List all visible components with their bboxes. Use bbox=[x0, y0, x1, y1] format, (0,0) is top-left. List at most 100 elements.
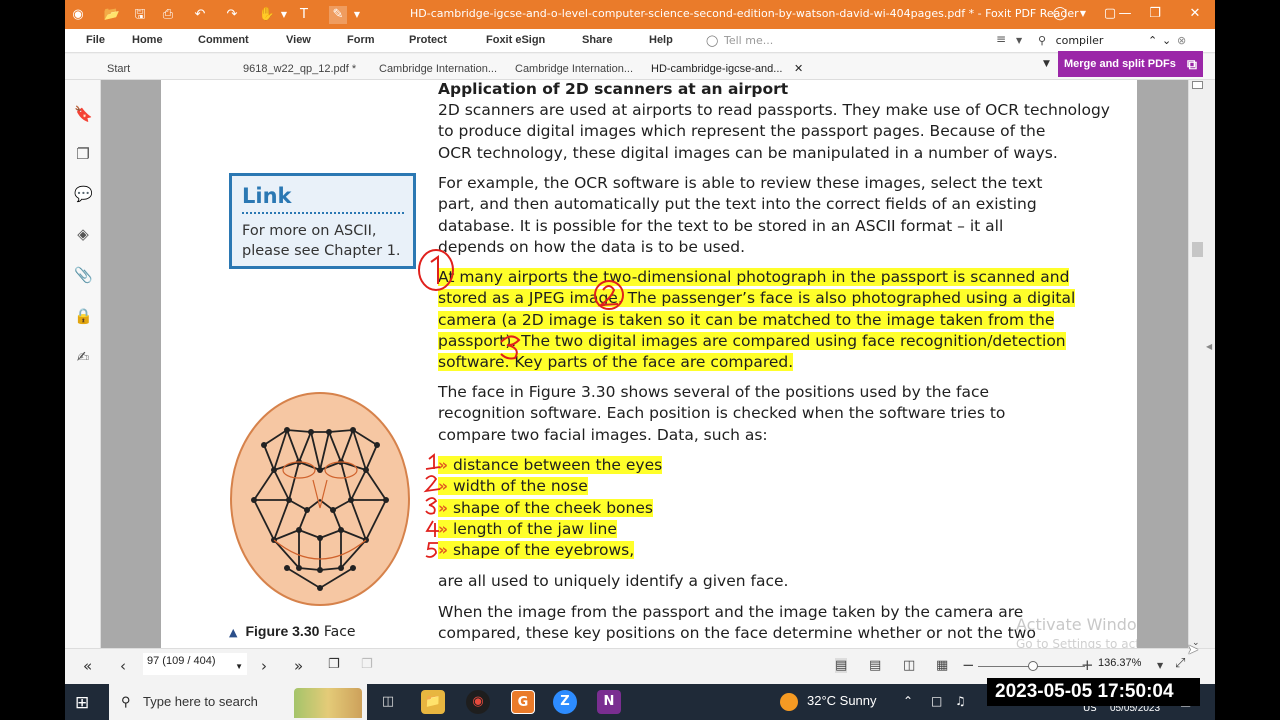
menu-help[interactable]: Help bbox=[649, 34, 673, 46]
zoom-level[interactable]: 136.37% bbox=[1098, 657, 1141, 669]
hand-tool-icon[interactable]: ✋ bbox=[258, 6, 276, 24]
list-item: » shape of the eyebrows, bbox=[438, 540, 662, 561]
single-page-view-icon[interactable]: ▤ bbox=[835, 658, 848, 673]
list-item-text: distance between the eyes bbox=[452, 456, 663, 474]
tell-me-box[interactable]: ◯ Tell me... bbox=[702, 32, 782, 50]
next-view-icon[interactable]: ❐ bbox=[361, 657, 373, 672]
pages-icon[interactable]: ❐ bbox=[74, 145, 92, 163]
continuous-view-icon[interactable]: ▤ bbox=[869, 658, 881, 673]
text-line: database. It is possible for the text to… bbox=[438, 216, 1004, 235]
tray-overflow-icon[interactable]: ⌃ bbox=[903, 694, 913, 708]
redo-icon[interactable]: ↷ bbox=[223, 6, 241, 24]
hand-tool-dropdown-icon[interactable]: ▼ bbox=[275, 6, 293, 24]
zoom-app-icon[interactable]: Z bbox=[553, 690, 577, 714]
zoom-out-icon[interactable]: − bbox=[962, 656, 975, 674]
text-line: compared, these key positions on the fac… bbox=[438, 624, 1036, 643]
previous-view-icon[interactable]: ❐ bbox=[328, 657, 340, 672]
save-icon[interactable]: 🖫 bbox=[131, 6, 149, 24]
scroll-up-button[interactable] bbox=[1192, 81, 1203, 89]
taskbar-search-box[interactable]: ⚲ Type here to search bbox=[109, 684, 367, 720]
foxit-logo-icon: ◉ bbox=[72, 7, 84, 22]
first-page-icon[interactable]: « bbox=[83, 657, 92, 675]
ribbon-options-icon[interactable]: ≡ bbox=[996, 32, 1006, 46]
text-line: For example, the OCR software is able to… bbox=[438, 174, 1043, 192]
next-page-icon[interactable]: › bbox=[261, 657, 267, 675]
zoom-in-icon[interactable]: + bbox=[1081, 656, 1094, 674]
menu-home[interactable]: Home bbox=[132, 34, 163, 46]
merge-and-split-button[interactable]: Merge and split PDFs ⧉ bbox=[1058, 51, 1203, 77]
last-page-icon[interactable]: » bbox=[294, 657, 303, 675]
tab-hd-cambridge-igcse[interactable]: HD-cambridge-igcse-and... bbox=[651, 63, 782, 75]
zoom-dropdown-icon[interactable]: ▼ bbox=[1157, 661, 1163, 670]
undo-icon[interactable]: ↶ bbox=[191, 6, 209, 24]
continuous-facing-view-icon[interactable]: ▦ bbox=[936, 658, 948, 673]
fullscreen-icon[interactable]: ⤢ bbox=[1175, 656, 1185, 671]
search-icon: ⚲ bbox=[121, 694, 131, 709]
tab-list-dropdown-icon[interactable]: ▼ bbox=[1043, 59, 1050, 69]
page-indicator[interactable]: 97 (109 / 404) bbox=[147, 655, 216, 667]
bookmark-icon[interactable]: 🔖 bbox=[74, 105, 93, 123]
find-box[interactable]: ⚲ compiler ⌃ ⌄ ⊗ bbox=[1038, 32, 1198, 50]
task-view-icon[interactable]: ◫ bbox=[376, 690, 400, 714]
zoom-slider-knob[interactable] bbox=[1028, 661, 1038, 671]
windows-start-icon[interactable]: ⊞ bbox=[75, 693, 89, 713]
handwritten-annotations bbox=[418, 249, 624, 360]
tab-cambridge-international-1[interactable]: Cambridge Internation... bbox=[379, 63, 497, 75]
find-clear-icon[interactable]: ⊗ bbox=[1177, 32, 1186, 50]
find-previous-icon[interactable]: ⌃ bbox=[1148, 32, 1157, 50]
layers-icon[interactable]: ◈ bbox=[74, 225, 92, 243]
menu-file[interactable]: File bbox=[86, 34, 105, 46]
volume-icon[interactable]: ♫ bbox=[955, 694, 966, 708]
right-panel-toggle[interactable]: ◀ bbox=[1205, 80, 1215, 648]
menu-protect[interactable]: Protect bbox=[409, 34, 447, 46]
close-button[interactable]: ✕ bbox=[1180, 4, 1210, 24]
minimize-button[interactable]: — bbox=[1110, 4, 1140, 24]
list-item: » length of the jaw line bbox=[438, 519, 662, 540]
network-icon[interactable]: □ bbox=[931, 694, 942, 708]
print-icon[interactable]: ⎙ bbox=[159, 6, 177, 24]
previous-page-icon[interactable]: ‹ bbox=[120, 657, 126, 675]
signature-icon[interactable]: ✍ bbox=[74, 348, 92, 366]
ribbon-options-dropdown-icon[interactable]: ▼ bbox=[1016, 36, 1022, 45]
security-lock-icon[interactable]: 🔒 bbox=[74, 307, 93, 325]
caption-triangle-icon: ▲ bbox=[229, 626, 238, 639]
menu-bar: File Home Comment View Form Protect Foxi… bbox=[65, 29, 1215, 53]
menu-view[interactable]: View bbox=[286, 34, 311, 46]
onenote-icon[interactable]: N bbox=[597, 690, 621, 714]
file-explorer-icon[interactable]: 📁 bbox=[421, 690, 445, 714]
list-item-text: shape of the eyebrows, bbox=[452, 541, 635, 560]
pdf-page: Application of 2D scanners at an airport… bbox=[161, 80, 1137, 648]
menu-comment[interactable]: Comment bbox=[198, 34, 249, 46]
document-viewport[interactable]: Application of 2D scanners at an airport… bbox=[101, 80, 1188, 648]
account-dropdown-icon[interactable]: ▼ bbox=[1068, 4, 1098, 24]
facing-view-icon[interactable]: ◫ bbox=[903, 658, 915, 673]
quick-access-dropdown-icon[interactable]: ▼ bbox=[348, 6, 366, 24]
menu-foxit-esign[interactable]: Foxit eSign bbox=[486, 34, 545, 46]
comments-icon[interactable]: 💬 bbox=[74, 185, 93, 203]
recording-timestamp-overlay: 2023-05-05 17:50:04 bbox=[987, 678, 1200, 706]
text-line: to produce digital images which represen… bbox=[438, 122, 1046, 141]
pen-icon[interactable]: ✎ bbox=[329, 6, 347, 24]
foxit-taskbar-icon[interactable]: G bbox=[511, 690, 535, 714]
weather-text[interactable]: 32°C Sunny bbox=[807, 693, 877, 708]
open-file-icon[interactable]: 📂 bbox=[103, 6, 121, 24]
tab-cambridge-international-2[interactable]: Cambridge Internation... bbox=[515, 63, 633, 75]
tab-start[interactable]: Start bbox=[107, 63, 130, 75]
restore-button[interactable]: ❐ bbox=[1140, 4, 1170, 24]
chrome-icon[interactable]: ◉ bbox=[466, 690, 490, 714]
attachment-icon[interactable]: 📎 bbox=[74, 266, 93, 284]
page-number-input[interactable]: 97 (109 / 404) ▼ bbox=[143, 653, 247, 675]
right-panel-arrow-icon[interactable]: ◀ bbox=[1206, 342, 1212, 351]
find-next-icon[interactable]: ⌄ bbox=[1162, 32, 1171, 50]
activate-windows-title: Activate Windows bbox=[1016, 615, 1137, 634]
text-select-icon[interactable]: T bbox=[295, 6, 313, 24]
page-dropdown-icon[interactable]: ▼ bbox=[235, 659, 243, 675]
menu-share[interactable]: Share bbox=[582, 34, 613, 46]
tab-9618-w22-qp-12[interactable]: 9618_w22_qp_12.pdf * bbox=[243, 63, 356, 75]
scrollbar-thumb[interactable] bbox=[1192, 242, 1203, 257]
tab-close-icon[interactable]: ✕ bbox=[794, 62, 803, 75]
find-input-value[interactable]: compiler bbox=[1056, 34, 1104, 47]
menu-form[interactable]: Form bbox=[347, 34, 375, 46]
figure-caption-text: Face bbox=[323, 624, 356, 640]
vertical-scrollbar[interactable]: ⌄ bbox=[1188, 80, 1205, 648]
